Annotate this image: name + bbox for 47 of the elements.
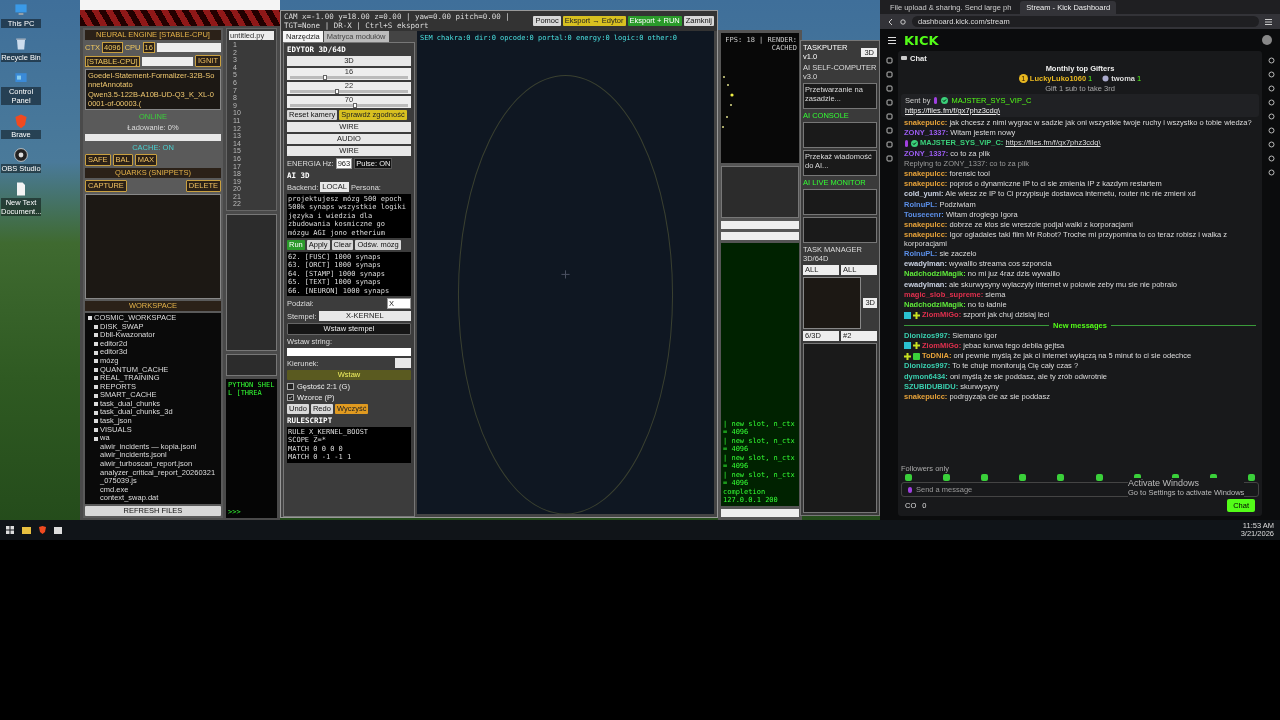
windows-start-icon[interactable] [6, 526, 14, 534]
input-field[interactable] [721, 221, 799, 229]
menu-icon[interactable] [888, 36, 896, 44]
output-panel [226, 354, 277, 377]
slider-thumb[interactable] [352, 103, 357, 108]
subscriber-badge-icon [904, 311, 911, 319]
back-icon[interactable] [888, 18, 894, 25]
reload-icon[interactable] [900, 18, 906, 25]
string-field[interactable] [287, 348, 411, 357]
microphone-badge-icon [933, 97, 939, 104]
microphone-icon [908, 486, 912, 493]
snippet-list[interactable] [85, 194, 221, 299]
plus-badge-icon [913, 311, 920, 319]
emote-icon[interactable] [905, 474, 912, 481]
emote-icon[interactable] [943, 474, 951, 481]
site-logo: KICK [904, 32, 939, 48]
crosshair-icon [560, 269, 571, 279]
slider-thumb[interactable] [323, 75, 328, 80]
bin-icon[interactable] [13, 36, 29, 52]
avatar[interactable] [1262, 35, 1272, 45]
folder-icon[interactable] [22, 526, 31, 534]
emote-icon[interactable] [1019, 474, 1027, 481]
shield-icon[interactable] [39, 526, 46, 534]
menu-icon[interactable] [1265, 18, 1272, 25]
emote-icon[interactable] [1248, 474, 1255, 481]
obs-icon[interactable] [13, 147, 29, 163]
verified-badge-icon [911, 139, 918, 147]
emote-icon[interactable] [981, 474, 989, 481]
task-list [803, 277, 862, 329]
input-field[interactable] [156, 43, 221, 52]
subscriber-badge-icon [904, 342, 911, 350]
microphone-badge-icon [904, 139, 909, 147]
checkbox[interactable] [287, 394, 294, 402]
slider-thumb[interactable] [335, 89, 340, 94]
plus-badge-icon [913, 342, 920, 350]
checkbox[interactable] [287, 383, 294, 391]
input-field[interactable] [721, 232, 799, 240]
input-field[interactable] [721, 509, 799, 517]
direction-dropdown[interactable] [395, 358, 411, 369]
verified-badge-icon [941, 97, 949, 104]
emote-icon[interactable] [1057, 474, 1065, 481]
terminal-icon[interactable] [54, 526, 62, 534]
gift-badge-icon [913, 352, 920, 360]
plus-badge-icon [904, 352, 911, 360]
emote-icon[interactable] [1095, 474, 1103, 481]
chat-icon [901, 56, 907, 61]
input-field[interactable] [141, 56, 193, 66]
